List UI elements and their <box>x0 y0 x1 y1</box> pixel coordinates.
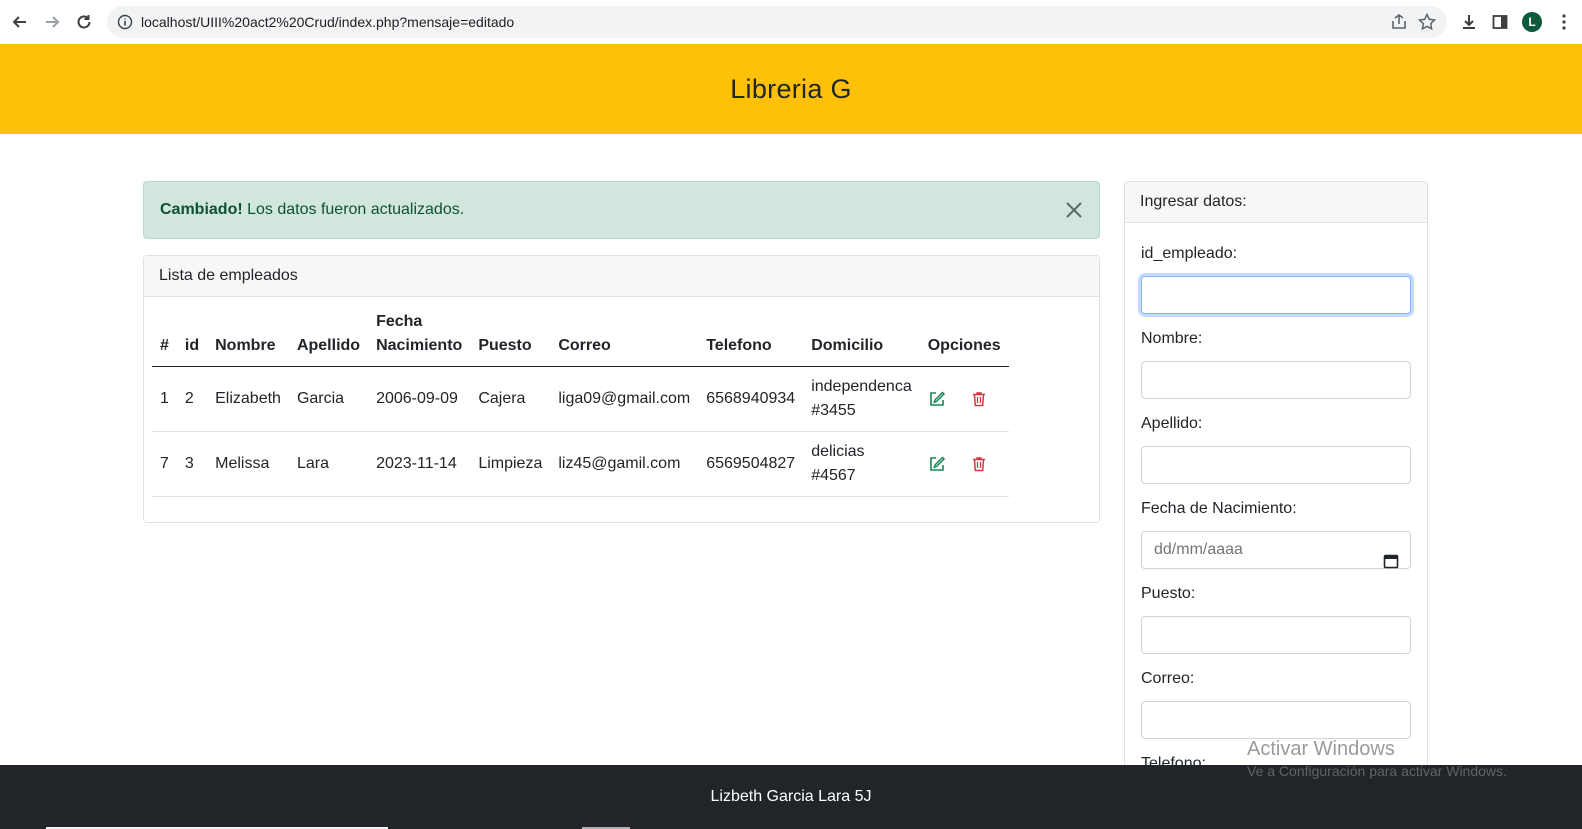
cell-correo: liga09@gmail.com <box>550 366 699 432</box>
footer-text: Lizbeth Garcia Lara 5J <box>710 788 872 805</box>
download-icon[interactable] <box>1457 10 1481 34</box>
col-header: # <box>152 304 177 367</box>
col-header: Opciones <box>919 304 1009 367</box>
back-icon[interactable] <box>8 10 32 34</box>
field-nombre: Nombre: <box>1141 329 1411 399</box>
cell-fecha: 2023-11-14 <box>368 431 471 497</box>
id-empleado-input[interactable] <box>1141 276 1411 314</box>
watermark-subtitle: Ve a Configuración para activar Windows. <box>1247 763 1507 779</box>
correo-input[interactable] <box>1141 701 1411 739</box>
cell-puesto: Limpieza <box>470 431 551 497</box>
profile-avatar[interactable]: L <box>1522 12 1542 32</box>
field-id-empleado: id_empleado: <box>1141 244 1411 314</box>
cell-telefono: 6569504827 <box>698 431 804 497</box>
page-title: Libreria G <box>730 73 852 104</box>
cell-domicilio: delicias #4567 <box>803 431 920 497</box>
employee-form-card: Ingresar datos: id_empleado: Nombre: Ape… <box>1124 181 1428 783</box>
site-info-icon[interactable] <box>117 14 133 30</box>
cell-puesto: Cajera <box>470 366 551 432</box>
fecha-nacimiento-input[interactable] <box>1141 531 1411 569</box>
field-label: id_empleado: <box>1141 245 1238 262</box>
cell-telefono: 6568940934 <box>698 366 804 432</box>
col-header: Telefono <box>698 304 804 367</box>
alert-message: Cambiado! Los datos fueron actualizados. <box>160 201 464 219</box>
form-card-header: Ingresar datos: <box>1125 182 1427 223</box>
cell-id: 2 <box>176 366 208 432</box>
puesto-input[interactable] <box>1141 616 1411 654</box>
windows-watermark: Activar Windows Ve a Configuración para … <box>1247 738 1507 779</box>
alert-text: Los datos fueron actualizados. <box>247 201 465 218</box>
col-header: id <box>176 304 208 367</box>
success-alert: Cambiado! Los datos fueron actualizados. <box>143 181 1100 239</box>
nombre-input[interactable] <box>1141 361 1411 399</box>
field-label: Correo: <box>1141 670 1195 687</box>
edit-icon[interactable] <box>928 390 946 408</box>
table-row: 1 2 Elizabeth Garcia 2006-09-09 Cajera l… <box>152 366 1009 432</box>
cell-num: 1 <box>152 366 177 432</box>
watermark-title: Activar Windows <box>1247 738 1395 760</box>
address-bar[interactable]: localhost/UIII%20act2%20Crud/index.php?m… <box>107 6 1447 38</box>
employee-list-card: Lista de empleados # id Nombre Apellido … <box>143 255 1100 523</box>
field-label: Puesto: <box>1141 585 1196 602</box>
trash-icon[interactable] <box>970 390 988 408</box>
side-panel-icon[interactable] <box>1488 10 1512 34</box>
table-header-row: # id Nombre Apellido Fecha Nacimiento Pu… <box>152 304 1009 367</box>
reload-icon[interactable] <box>72 10 96 34</box>
table-row: 7 3 Melissa Lara 2023-11-14 Limpieza liz… <box>152 431 1009 497</box>
bookmark-star-icon[interactable] <box>1417 12 1437 32</box>
cell-domicilio: independenca #3455 <box>803 366 920 432</box>
cell-id: 3 <box>176 431 208 497</box>
forward-icon[interactable] <box>40 10 64 34</box>
field-fecha-nacimiento: Fecha de Nacimiento: <box>1141 499 1411 569</box>
col-header: Fecha Nacimiento <box>368 304 471 367</box>
url-text: localhost/UIII%20act2%20Crud/index.php?m… <box>141 14 515 30</box>
col-header: Nombre <box>207 304 289 367</box>
close-icon[interactable] <box>1063 199 1085 221</box>
cell-nombre: Melissa <box>207 431 289 497</box>
site-header: Libreria G <box>0 44 1582 134</box>
employee-table: # id Nombre Apellido Fecha Nacimiento Pu… <box>152 304 1009 497</box>
cell-opciones <box>919 366 1009 432</box>
col-header: Domicilio <box>803 304 920 367</box>
field-label: Nombre: <box>1141 330 1203 347</box>
col-header: Correo <box>550 304 699 367</box>
share-icon[interactable] <box>1389 12 1409 32</box>
browser-toolbar: localhost/UIII%20act2%20Crud/index.php?m… <box>0 0 1582 45</box>
trash-icon[interactable] <box>970 455 988 473</box>
cell-apellido: Lara <box>288 431 369 497</box>
calendar-icon[interactable] <box>1383 553 1399 569</box>
list-card-header: Lista de empleados <box>144 256 1099 297</box>
apellido-input[interactable] <box>1141 446 1411 484</box>
cell-correo: liz45@gamil.com <box>550 431 699 497</box>
field-apellido: Apellido: <box>1141 414 1411 484</box>
field-label: Fecha de Nacimiento: <box>1141 500 1297 517</box>
field-puesto: Puesto: <box>1141 584 1411 654</box>
cell-nombre: Elizabeth <box>207 366 289 432</box>
col-header: Puesto <box>470 304 551 367</box>
menu-dots-icon[interactable] <box>1552 10 1576 34</box>
col-header: Apellido <box>288 304 369 367</box>
cell-apellido: Garcia <box>288 366 369 432</box>
field-label: Apellido: <box>1141 415 1203 432</box>
cell-opciones <box>919 431 1009 497</box>
field-correo: Correo: <box>1141 669 1411 739</box>
edit-icon[interactable] <box>928 455 946 473</box>
alert-strong: Cambiado! <box>160 201 243 218</box>
cell-num: 7 <box>152 431 177 497</box>
cell-fecha: 2006-09-09 <box>368 366 471 432</box>
